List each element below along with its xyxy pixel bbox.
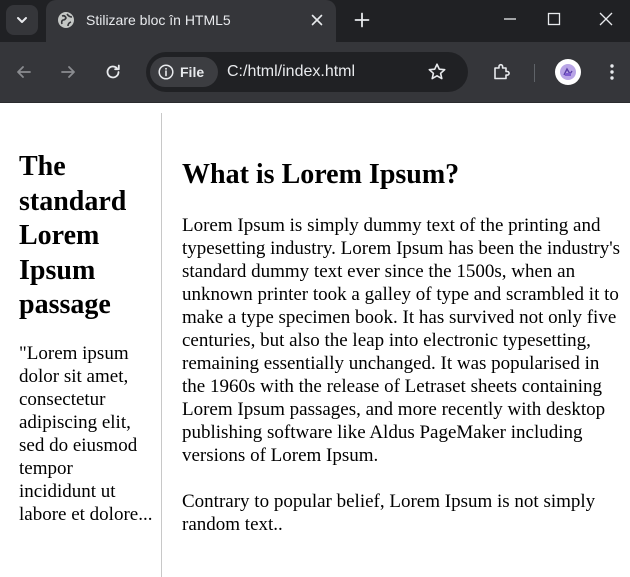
star-icon — [428, 63, 446, 80]
close-icon — [599, 12, 613, 26]
extensions-button[interactable] — [488, 59, 514, 85]
sidebar: The standard Lorem Ipsum passage "Lorem … — [0, 113, 162, 577]
active-tab[interactable]: Stilizare bloc în HTML5 — [46, 0, 336, 42]
web-page: The standard Lorem Ipsum passage "Lorem … — [0, 103, 630, 577]
article-heading: What is Lorem Ipsum? — [182, 159, 460, 190]
toolbar-divider — [534, 64, 535, 82]
tab-close-button[interactable] — [308, 11, 326, 29]
reload-button[interactable] — [100, 59, 126, 85]
puzzle-icon — [494, 63, 510, 80]
new-tab-button[interactable] — [350, 8, 374, 32]
url-text[interactable]: C:/html/index.html — [227, 63, 355, 81]
profile-button[interactable] — [555, 59, 581, 85]
article-paragraph: Lorem Ipsum is simply dummy text of the … — [182, 215, 621, 466]
sidebar-heading: The standard Lorem Ipsum passage — [19, 151, 127, 320]
main-article: What is Lorem Ipsum? Lorem Ipsum is simp… — [182, 113, 622, 536]
minimize-icon — [504, 18, 516, 20]
reload-icon — [106, 64, 120, 79]
close-icon — [311, 14, 323, 26]
maximize-button[interactable] — [530, 0, 578, 38]
close-window-button[interactable] — [582, 0, 630, 38]
forward-button[interactable] — [55, 59, 81, 85]
sidebar-text: "Lorem ipsum dolor sit amet, consectetur… — [19, 342, 153, 525]
site-info-chip[interactable]: File — [150, 57, 218, 87]
arrow-right-icon — [61, 66, 75, 78]
avatar-icon — [560, 64, 576, 80]
minimize-button[interactable] — [486, 0, 534, 38]
site-chip-label: File — [180, 64, 205, 80]
browser-menu-button[interactable] — [599, 59, 625, 85]
bookmark-button[interactable] — [426, 61, 448, 83]
globe-icon — [58, 12, 74, 28]
address-bar[interactable]: File C:/html/index.html — [146, 52, 468, 92]
tab-strip: Stilizare bloc în HTML5 — [0, 0, 630, 42]
info-icon — [158, 64, 174, 80]
tab-title: Stilizare bloc în HTML5 — [86, 12, 231, 28]
browser-toolbar: File C:/html/index.html — [0, 42, 630, 103]
maximize-icon — [547, 12, 561, 26]
chevron-down-icon — [17, 17, 27, 23]
plus-icon — [354, 12, 370, 28]
article-paragraph: Contrary to popular belief, Lorem Ipsum … — [182, 491, 596, 535]
kebab-menu-icon — [610, 64, 614, 80]
arrow-left-icon — [17, 66, 31, 78]
back-button[interactable] — [11, 59, 37, 85]
tab-search-button[interactable] — [6, 5, 38, 35]
